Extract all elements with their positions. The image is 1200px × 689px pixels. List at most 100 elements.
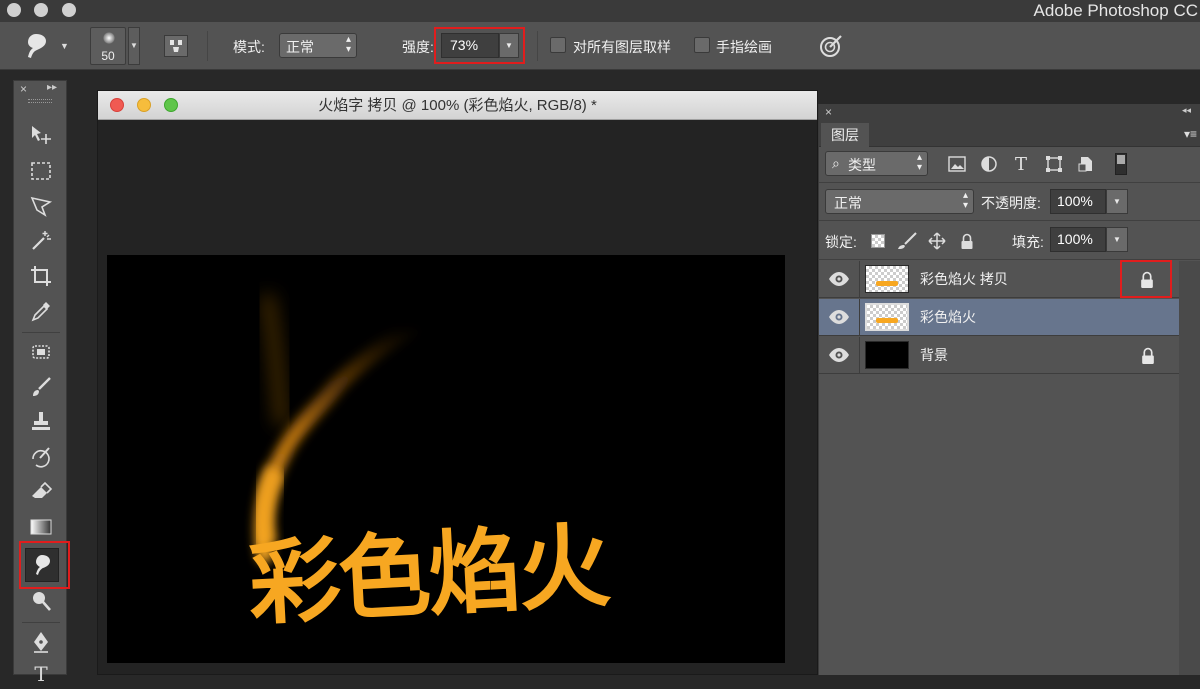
history-brush-tool[interactable] bbox=[26, 442, 56, 472]
opacity-slider-button[interactable]: ▼ bbox=[1106, 189, 1128, 214]
zoom-window-button[interactable] bbox=[62, 3, 76, 17]
layer-row-active[interactable]: 彩色焰火 bbox=[819, 299, 1179, 336]
magic-wand-tool[interactable] bbox=[26, 226, 56, 256]
layer-filter-value: 类型 bbox=[848, 157, 876, 173]
flame-wisp bbox=[261, 294, 288, 426]
gradient-icon bbox=[30, 519, 52, 535]
filter-adjustment-layers-button[interactable] bbox=[977, 152, 1001, 176]
filter-pixel-layers-button[interactable] bbox=[945, 152, 969, 176]
brush-icon bbox=[33, 377, 51, 396]
filter-smart-objects-button[interactable] bbox=[1074, 152, 1098, 176]
minimize-window-button[interactable] bbox=[34, 3, 48, 17]
eye-icon[interactable] bbox=[827, 346, 851, 364]
tab-layers[interactable]: 图层 bbox=[821, 123, 869, 147]
healing-brush-tool[interactable] bbox=[26, 337, 56, 367]
crop-tool[interactable] bbox=[26, 261, 56, 291]
dodge-tool[interactable] bbox=[26, 586, 56, 616]
panel-grip[interactable] bbox=[28, 99, 52, 103]
strength-label: 强度: bbox=[402, 39, 434, 55]
opacity-input[interactable]: 100% bbox=[1050, 189, 1106, 214]
strength-input[interactable]: 73% bbox=[441, 33, 499, 58]
layer-name[interactable]: 彩色焰火 拷贝 bbox=[920, 261, 1008, 298]
tools-panel: × ▸▸ T bbox=[13, 80, 70, 686]
lock-all-button[interactable] bbox=[955, 229, 979, 253]
brush-tool[interactable] bbox=[26, 372, 56, 402]
layer-row[interactable]: 背景 bbox=[819, 337, 1179, 374]
layer-name[interactable]: 背景 bbox=[920, 337, 948, 374]
fill-slider-button[interactable]: ▼ bbox=[1106, 227, 1128, 252]
layer-thumbnail bbox=[865, 265, 909, 293]
sample-all-layers-label: 对所有图层取样 bbox=[573, 39, 671, 55]
collapse-panel-icon[interactable]: ◂◂ bbox=[1182, 105, 1191, 116]
app-title: Adobe Photoshop CC bbox=[1033, 1, 1198, 20]
filter-shape-layers-button[interactable] bbox=[1042, 152, 1066, 176]
history-brush-icon bbox=[32, 447, 50, 468]
layer-name[interactable]: 彩色焰火 bbox=[920, 299, 976, 336]
expand-panel-icon[interactable]: ▸▸ bbox=[47, 82, 57, 93]
pressure-button[interactable] bbox=[818, 33, 844, 59]
marquee-icon bbox=[31, 162, 51, 180]
lock-transparent-pixels-button[interactable] bbox=[871, 234, 885, 248]
eye-icon[interactable] bbox=[827, 270, 851, 288]
move-tool[interactable] bbox=[26, 121, 56, 151]
fill-label: 填充: bbox=[1012, 234, 1044, 250]
lock-image-pixels-button[interactable] bbox=[895, 229, 919, 253]
magic-wand-icon bbox=[32, 231, 51, 250]
close-panel-icon[interactable]: × bbox=[825, 105, 832, 119]
canvas-text: 彩色焰火 bbox=[246, 512, 613, 638]
layer-thumbnail bbox=[865, 341, 909, 369]
adjustment-icon bbox=[981, 156, 997, 172]
document-titlebar[interactable]: 火焰字 拷贝 @ 100% (彩色焰火, RGB/8) * bbox=[98, 91, 817, 120]
layer-thumbnail bbox=[865, 303, 909, 331]
smudge-tool[interactable] bbox=[25, 548, 59, 582]
marquee-tool[interactable] bbox=[26, 156, 56, 186]
strength-slider-button[interactable]: ▼ bbox=[499, 33, 519, 58]
shape-icon bbox=[1046, 156, 1062, 172]
pen-tool[interactable] bbox=[26, 627, 56, 657]
brush-tip-preview bbox=[103, 32, 115, 44]
finger-painting-checkbox[interactable] bbox=[694, 37, 710, 53]
lock-label: 锁定: bbox=[825, 234, 857, 250]
magnifier-icon bbox=[33, 592, 51, 611]
layer-filter-select[interactable]: ⌕ 类型 ▴ ▾ bbox=[825, 151, 928, 176]
close-window-button[interactable] bbox=[7, 3, 21, 17]
brush-icon bbox=[898, 232, 917, 249]
polygonal-lasso-icon bbox=[30, 196, 53, 217]
layers-list: 彩色焰火 拷贝 彩色焰火 背景 bbox=[819, 260, 1200, 675]
updown-icon: ▴ ▾ bbox=[916, 152, 922, 173]
layer-row[interactable]: 彩色焰火 拷贝 bbox=[819, 260, 1179, 298]
close-panel-icon[interactable]: × bbox=[20, 82, 27, 96]
sample-all-layers-checkbox[interactable] bbox=[550, 37, 566, 53]
lasso-tool[interactable] bbox=[26, 191, 56, 221]
gradient-tool[interactable] bbox=[26, 512, 56, 542]
panel-menu-icon[interactable]: ▾≡ bbox=[1184, 127, 1197, 141]
bandage-icon bbox=[32, 345, 50, 359]
eye-icon[interactable] bbox=[827, 308, 851, 326]
clone-stamp-tool[interactable] bbox=[26, 407, 56, 437]
tool-options-bar: ▼ 50 ▼ 模式: 正常 ▴ ▾ 强度: 73% ▼ 对所有图层取样 手指绘画 bbox=[0, 22, 1200, 70]
fill-input[interactable]: 100% bbox=[1050, 227, 1106, 252]
smart-object-icon bbox=[1078, 157, 1092, 172]
layers-scrollbar[interactable] bbox=[1179, 261, 1200, 675]
crop-icon bbox=[31, 266, 51, 286]
smudge-icon bbox=[28, 34, 46, 58]
canvas[interactable]: 彩色焰火 bbox=[107, 255, 785, 663]
eraser-tool[interactable] bbox=[26, 477, 56, 507]
type-tool[interactable]: T bbox=[26, 659, 56, 689]
document-title: 火焰字 拷贝 @ 100% (彩色焰火, RGB/8) * bbox=[318, 97, 597, 114]
brush-preset-picker[interactable]: 50 bbox=[90, 27, 126, 65]
filter-toggle-switch[interactable] bbox=[1115, 153, 1127, 175]
pressure-icon bbox=[820, 35, 842, 57]
lock-position-button[interactable] bbox=[925, 229, 949, 253]
brush-picker-dropdown[interactable]: ▼ bbox=[128, 27, 140, 65]
pen-icon bbox=[34, 632, 48, 653]
filter-type-layers-button[interactable]: T bbox=[1009, 152, 1033, 176]
tool-preset-picker[interactable]: ▼ bbox=[22, 30, 74, 62]
toggle-brush-panel-button[interactable] bbox=[164, 35, 188, 57]
mode-select[interactable]: 正常 ▴ ▾ bbox=[279, 33, 357, 58]
blend-mode-select[interactable]: 正常 ▴ ▾ bbox=[825, 189, 974, 214]
type-icon: T bbox=[1014, 153, 1027, 175]
eyedropper-tool[interactable] bbox=[26, 296, 56, 326]
blend-mode-value: 正常 bbox=[834, 195, 862, 211]
eyedropper-icon bbox=[31, 302, 50, 322]
